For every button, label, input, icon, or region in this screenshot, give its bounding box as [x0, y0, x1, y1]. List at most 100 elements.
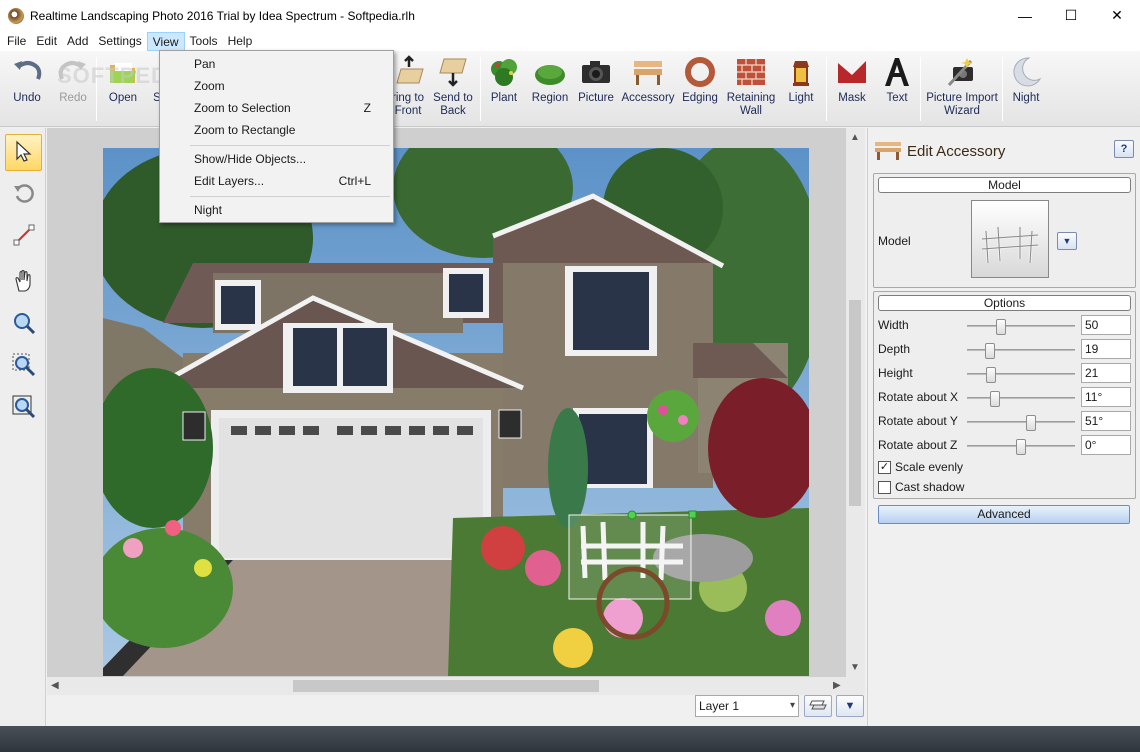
menu-separator	[190, 196, 390, 197]
redo-label: Redo	[59, 92, 87, 104]
send-to-back-button[interactable]: Send to Back	[433, 55, 473, 118]
rotate-x-slider-thumb[interactable]	[990, 391, 1000, 407]
menu-settings[interactable]: Settings	[93, 32, 146, 51]
scroll-left-icon[interactable]: ◀	[51, 680, 59, 691]
line-tool[interactable]	[5, 218, 42, 255]
menu-file[interactable]: File	[2, 32, 31, 51]
picture-import-wizard-button[interactable]: Picture Import Wizard	[926, 55, 998, 118]
tool-palette	[0, 128, 46, 726]
mask-button[interactable]: Mask	[834, 55, 870, 105]
text-label: Text	[886, 92, 908, 104]
rotate-z-slider-thumb[interactable]	[1016, 439, 1026, 455]
rotate-z-input[interactable]: 0°	[1081, 435, 1131, 455]
scale-evenly-checkbox[interactable]: ✓	[878, 461, 891, 474]
zoom-selection-tool[interactable]	[5, 348, 42, 385]
menu-item-zoom-to-rectangle[interactable]: Zoom to Rectangle	[194, 123, 295, 137]
model-thumbnail[interactable]	[971, 200, 1049, 278]
panel-header: Edit Accessory	[873, 139, 1005, 164]
height-slider-thumb[interactable]	[986, 367, 996, 383]
line-icon	[12, 223, 36, 250]
vertical-scrollbar[interactable]: ▲ ▼	[846, 128, 865, 677]
zoom-rectangle-icon	[12, 395, 36, 422]
picture-button[interactable]: Picture	[576, 55, 616, 105]
bring-to-front-label-2: Front	[394, 105, 422, 117]
layer-select[interactable]: Layer 1 ▾	[695, 695, 799, 717]
close-button[interactable]: ✕	[1094, 0, 1140, 31]
menu-item-zoom-to-selection[interactable]: Zoom to Selection	[194, 101, 291, 115]
cast-shadow-checkbox[interactable]	[878, 481, 891, 494]
depth-input[interactable]: 19	[1081, 339, 1131, 359]
depth-slider[interactable]	[967, 343, 1075, 359]
light-button[interactable]: Light	[784, 55, 818, 105]
zoom-to-selection-shortcut: Z	[363, 101, 371, 115]
plant-button[interactable]: Plant	[486, 55, 522, 105]
magnifier-icon	[12, 311, 36, 338]
menu-view[interactable]: View	[146, 31, 185, 51]
rotate-y-slider[interactable]	[967, 415, 1075, 431]
bring-to-front-icon	[391, 55, 425, 89]
scroll-right-icon[interactable]: ▶	[833, 680, 841, 691]
region-label: Region	[531, 92, 569, 104]
edging-button[interactable]: Edging	[680, 55, 720, 105]
rotate-z-slider[interactable]	[967, 439, 1075, 455]
rotate-x-input[interactable]: 11°	[1081, 387, 1131, 407]
menu-edit[interactable]: Edit	[31, 32, 62, 51]
menu-item-night[interactable]: Night	[194, 203, 222, 217]
help-button[interactable]: ?	[1114, 140, 1134, 158]
rotate-tool[interactable]	[5, 176, 42, 213]
options-group-title: Options	[878, 295, 1131, 311]
toolbar-separator	[1002, 57, 1003, 121]
picture-import-label-1: Picture Import	[926, 92, 998, 104]
toolbar-separator	[826, 57, 827, 121]
rotate-y-slider-thumb[interactable]	[1026, 415, 1036, 431]
menu-item-edit-layers[interactable]: Edit Layers...	[194, 174, 264, 188]
width-slider[interactable]	[967, 319, 1075, 335]
width-slider-thumb[interactable]	[996, 319, 1006, 335]
panel-title: Edit Accessory	[907, 143, 1006, 160]
menu-item-show-hide-objects[interactable]: Show/Hide Objects...	[194, 152, 306, 166]
rotate-x-slider[interactable]	[967, 391, 1075, 407]
model-dropdown-button[interactable]: ▼	[1057, 232, 1077, 250]
text-icon	[880, 55, 914, 89]
camera-icon	[579, 55, 613, 89]
edit-layers-button[interactable]	[804, 695, 832, 717]
maximize-button[interactable]: ☐	[1048, 0, 1094, 31]
region-button[interactable]: Region	[530, 55, 570, 105]
height-slider[interactable]	[967, 367, 1075, 383]
rotate-y-input[interactable]: 51°	[1081, 411, 1131, 431]
menu-bar: File Edit Add Settings View Tools Help	[0, 31, 1140, 51]
layer-options-button[interactable]: ▼	[836, 695, 864, 717]
zoom-rectangle-tool[interactable]	[5, 390, 42, 427]
pan-tool[interactable]	[5, 264, 42, 301]
width-input[interactable]: 50	[1081, 315, 1131, 335]
bring-to-front-button[interactable]: ring to Front	[388, 55, 428, 118]
zoom-tool[interactable]	[5, 306, 42, 343]
vertical-scroll-thumb[interactable]	[849, 300, 861, 506]
select-tool[interactable]	[5, 134, 42, 171]
minimize-button[interactable]: —	[1002, 0, 1048, 31]
scroll-down-icon[interactable]: ▼	[850, 662, 860, 673]
horizontal-scrollbar[interactable]: ◀ ▶	[47, 677, 865, 695]
edit-accessory-panel: Edit Accessory ? Model Model ▼ Options W…	[867, 128, 1140, 726]
rotate-y-label: Rotate about Y	[878, 414, 958, 428]
menu-item-pan[interactable]: Pan	[194, 57, 215, 71]
menu-help[interactable]: Help	[223, 32, 258, 51]
menu-tools[interactable]: Tools	[185, 32, 223, 51]
horizontal-scroll-thumb[interactable]	[293, 680, 599, 692]
depth-slider-thumb[interactable]	[985, 343, 995, 359]
height-input[interactable]: 21	[1081, 363, 1131, 383]
landscape-photo[interactable]	[103, 148, 809, 676]
advanced-button[interactable]: Advanced	[878, 505, 1130, 524]
menu-add[interactable]: Add	[62, 32, 93, 51]
retaining-wall-button[interactable]: Retaining Wall	[726, 55, 776, 118]
accessory-button[interactable]: Accessory	[621, 55, 675, 105]
text-button[interactable]: Text	[878, 55, 916, 105]
model-group-title: Model	[878, 177, 1131, 193]
scroll-up-icon[interactable]: ▲	[850, 132, 860, 143]
menu-item-zoom[interactable]: Zoom	[194, 79, 225, 93]
options-group: Options Width 50 Depth 19 Height 21 Rota…	[873, 291, 1136, 499]
picture-label: Picture	[578, 92, 614, 104]
night-button[interactable]: Night	[1008, 55, 1044, 105]
undo-button[interactable]: Undo	[8, 55, 46, 105]
send-to-back-label-2: Back	[440, 105, 466, 117]
